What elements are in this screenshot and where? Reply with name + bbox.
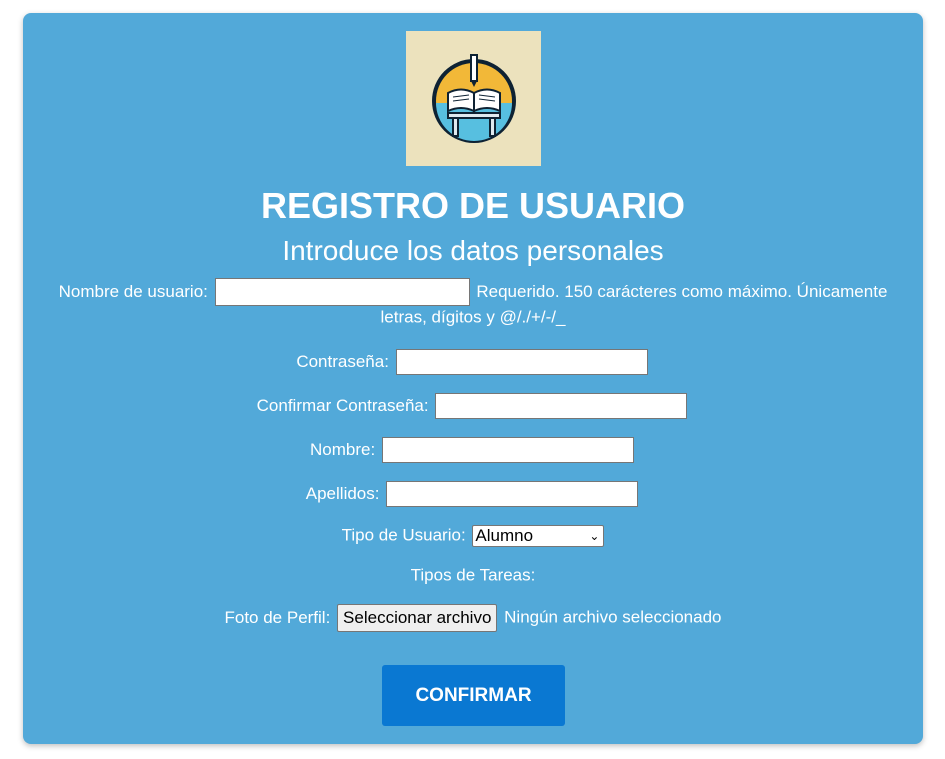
photo-label: Foto de Perfil: xyxy=(224,608,331,627)
first-name-label: Nombre: xyxy=(310,440,376,459)
username-input[interactable] xyxy=(214,278,470,306)
confirm-password-row: Confirmar Contraseña: xyxy=(23,393,923,419)
select-file-button[interactable]: Seleccionar archivo xyxy=(337,604,498,632)
user-type-select[interactable]: Alumno ⌄ xyxy=(472,524,605,547)
password-row: Contraseña: xyxy=(23,349,923,375)
password-label: Contraseña: xyxy=(296,352,389,371)
last-name-input[interactable] xyxy=(386,481,639,507)
user-type-selected-value: Alumno xyxy=(475,525,534,545)
first-name-input[interactable] xyxy=(381,437,634,463)
photo-row: Foto de Perfil: Seleccionar archivo Ning… xyxy=(23,604,923,632)
confirm-password-input[interactable] xyxy=(435,393,688,419)
file-status-text: Ningún archivo seleccionado xyxy=(504,607,722,627)
task-types-row: Tipos de Tareas: xyxy=(23,564,923,587)
chevron-down-icon: ⌄ xyxy=(589,528,600,543)
first-name-row: Nombre: xyxy=(23,437,923,463)
page-title: REGISTRO DE USUARIO xyxy=(260,185,686,226)
logo xyxy=(406,31,541,166)
book-desk-pencil-logo xyxy=(432,54,516,143)
page-subtitle: Introduce los datos personales xyxy=(282,235,664,266)
user-type-label: Tipo de Usuario: xyxy=(341,525,466,545)
last-name-label: Apellidos: xyxy=(305,484,380,503)
registration-card: REGISTRO DE USUARIO Introduce los datos … xyxy=(23,13,923,744)
user-type-row: Tipo de Usuario: Alumno ⌄ xyxy=(23,524,923,547)
confirm-button[interactable]: CONFIRMAR xyxy=(382,665,565,726)
confirm-password-label: Confirmar Contraseña: xyxy=(256,396,429,415)
username-label: Nombre de usuario: xyxy=(58,282,208,301)
last-name-row: Apellidos: xyxy=(23,481,923,507)
task-types-label: Tipos de Tareas: xyxy=(410,565,536,585)
username-row: Nombre de usuario: Requerido. 150 caráct… xyxy=(23,278,923,329)
password-input[interactable] xyxy=(395,349,648,375)
